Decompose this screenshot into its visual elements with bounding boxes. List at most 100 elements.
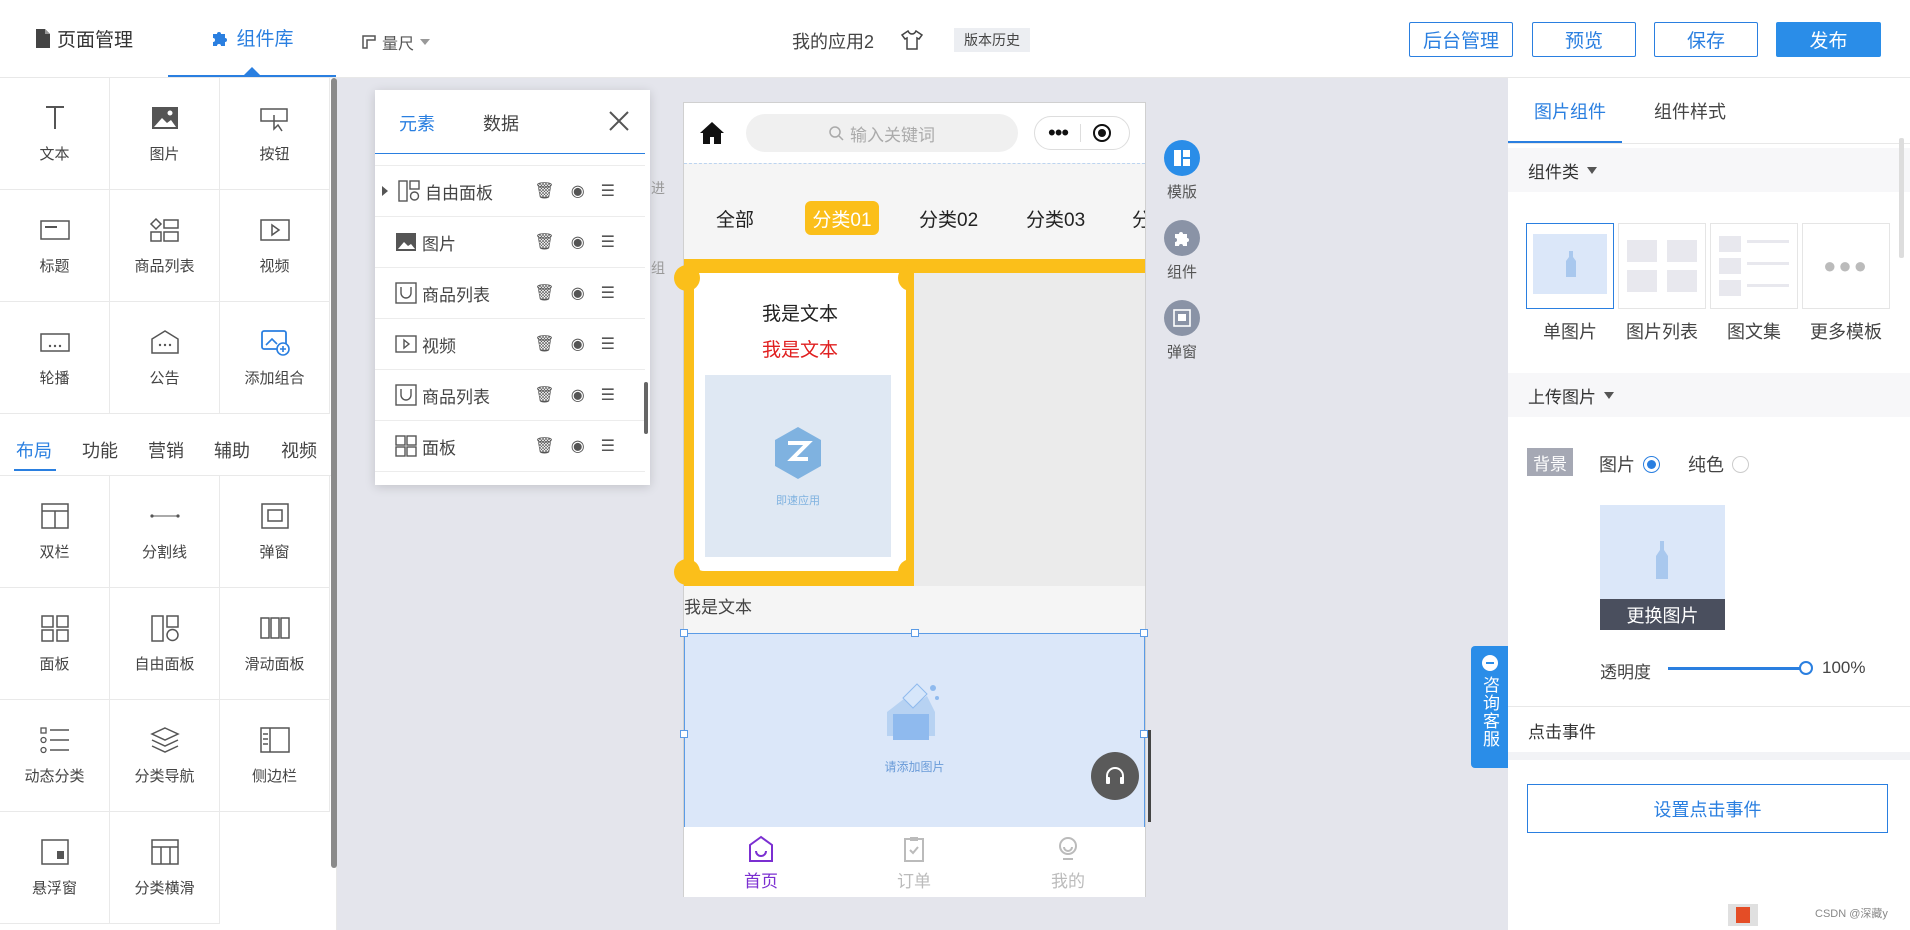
eye-icon[interactable]: ◉ — [571, 283, 585, 303]
category-tab-video[interactable]: 视频 — [281, 437, 317, 463]
nav-home[interactable]: 首页 — [724, 835, 798, 892]
element-row[interactable]: 面板 🗑◉☰ — [375, 154, 645, 166]
element-row[interactable]: 商品列表 🗑 ◉ ☰ — [375, 370, 645, 421]
radio-unchecked-icon[interactable] — [1732, 455, 1749, 473]
expand-arrow-icon[interactable] — [382, 186, 388, 196]
phone-scrollbar[interactable] — [1148, 730, 1151, 822]
element-row[interactable]: 自由面板 🗑 ◉ ☰ — [375, 166, 645, 217]
tab-image-component[interactable]: 图片组件 — [1534, 98, 1606, 124]
resize-handle[interactable] — [680, 629, 688, 637]
preview-button[interactable]: 预览 — [1532, 22, 1636, 57]
eye-icon[interactable]: ◉ — [571, 334, 585, 354]
component-panel[interactable]: 面板 — [0, 588, 110, 700]
menu-icon[interactable]: ☰ — [601, 436, 615, 456]
tab-data[interactable]: 数据 — [483, 110, 519, 136]
nav-mine[interactable]: 我的 — [1031, 835, 1105, 892]
template-single-image[interactable] — [1526, 223, 1614, 309]
opacity-slider[interactable] — [1668, 661, 1813, 675]
eye-icon[interactable]: ◉ — [571, 232, 585, 252]
template-image-text[interactable] — [1710, 223, 1798, 309]
elements-scrollbar[interactable] — [644, 382, 648, 434]
eye-icon[interactable]: ◉ — [571, 436, 585, 456]
category-tab-function[interactable]: 功能 — [82, 437, 118, 463]
nav-orders[interactable]: 订单 — [877, 835, 951, 892]
component-video[interactable]: 视频 — [220, 190, 330, 302]
side-tool-components[interactable]: 组件 — [1163, 220, 1201, 282]
more-icon[interactable]: ••• — [1048, 122, 1069, 144]
section-component-type[interactable]: 组件类 — [1508, 148, 1910, 192]
category-tab-layout[interactable]: 布局 — [16, 437, 52, 463]
template-image-list[interactable] — [1618, 223, 1706, 309]
home-icon[interactable] — [699, 121, 725, 145]
component-carousel[interactable]: 轮播 — [0, 302, 110, 414]
component-text[interactable]: 文本 — [0, 78, 110, 190]
tab-component-library[interactable]: 组件库 — [168, 0, 336, 77]
tab-elements[interactable]: 元素 — [399, 110, 435, 136]
component-two-column[interactable]: 双栏 — [0, 476, 110, 588]
component-popup[interactable]: 弹窗 — [220, 476, 330, 588]
menu-icon[interactable]: ☰ — [601, 181, 615, 201]
component-add-combo[interactable]: 添加组合 — [220, 302, 330, 414]
template-more[interactable]: ●●● — [1802, 223, 1890, 309]
component-notice[interactable]: 公告 — [110, 302, 220, 414]
component-button[interactable]: 按钮 — [220, 78, 330, 190]
radio-checked-icon[interactable] — [1643, 455, 1660, 473]
tab-page-management[interactable]: 页面管理 — [0, 0, 168, 77]
component-float-window[interactable]: 悬浮窗 — [0, 812, 110, 924]
category-tab-marketing[interactable]: 营销 — [148, 437, 184, 463]
ruler-toggle[interactable]: 量尺 — [362, 30, 431, 54]
category-item-active[interactable]: 分类01 — [805, 201, 879, 235]
resize-handle[interactable] — [1140, 730, 1148, 738]
category-item[interactable]: 分类02 — [919, 205, 978, 232]
component-divider[interactable]: 分割线 — [110, 476, 220, 588]
resize-handle[interactable] — [680, 730, 688, 738]
right-panel-scrollbar[interactable] — [1899, 138, 1904, 258]
headset-button[interactable] — [1091, 752, 1139, 800]
trash-icon[interactable]: 🗑 — [534, 385, 554, 405]
version-history-button[interactable]: 版本历史 — [954, 28, 1030, 52]
radio-solid[interactable]: 纯色 — [1688, 451, 1749, 477]
component-category-scroll[interactable]: 分类横滑 — [110, 812, 220, 924]
close-icon[interactable] — [608, 110, 630, 132]
image-placeholder[interactable]: 请添加图片 — [680, 629, 1148, 833]
category-item[interactable]: 全部 — [716, 205, 754, 232]
set-click-event-button[interactable]: 设置点击事件 — [1527, 784, 1888, 833]
trash-icon[interactable]: 🗑 — [534, 334, 554, 354]
tab-component-style[interactable]: 组件样式 — [1654, 98, 1726, 124]
eye-icon[interactable]: ◉ — [571, 385, 585, 405]
capsule-menu[interactable]: ••• — [1034, 116, 1130, 150]
trash-icon[interactable]: 🗑 — [534, 436, 554, 456]
category-item[interactable]: 分类03 — [1026, 205, 1085, 232]
admin-button[interactable]: 后台管理 — [1409, 22, 1513, 57]
menu-icon[interactable]: ☰ — [601, 283, 615, 303]
section-upload-image[interactable]: 上传图片 — [1508, 373, 1910, 417]
side-tool-template[interactable]: 模版 — [1163, 140, 1201, 202]
opacity-slider-handle[interactable] — [1799, 661, 1813, 675]
component-image[interactable]: 图片 — [110, 78, 220, 190]
shirt-icon[interactable] — [901, 30, 923, 50]
menu-icon[interactable]: ☰ — [601, 334, 615, 354]
menu-icon[interactable]: ☰ — [601, 232, 615, 252]
trash-icon[interactable]: 🗑 — [534, 232, 554, 252]
phone-search-box[interactable]: 输入关键词 — [746, 114, 1018, 152]
publish-button[interactable]: 发布 — [1776, 22, 1881, 57]
menu-icon[interactable]: ☰ — [601, 385, 615, 405]
consult-service-tab[interactable]: 咨询客服 — [1471, 646, 1508, 768]
component-free-panel[interactable]: 自由面板 — [110, 588, 220, 700]
component-product-list[interactable]: 商品列表 — [110, 190, 220, 302]
left-panel-scrollbar[interactable] — [331, 78, 337, 868]
element-row[interactable]: 图片 🗑 ◉ ☰ — [375, 217, 645, 268]
side-tool-popup[interactable]: 弹窗 — [1163, 300, 1201, 362]
card-image[interactable]: 即速应用 — [705, 375, 891, 557]
category-tab-auxiliary[interactable]: 辅助 — [214, 437, 250, 463]
trash-icon[interactable]: 🗑 — [534, 283, 554, 303]
element-row[interactable]: 面板 🗑◉☰ — [375, 421, 645, 472]
category-item[interactable]: 分 — [1132, 205, 1145, 232]
save-button[interactable]: 保存 — [1654, 22, 1758, 57]
component-title[interactable]: 标题 — [0, 190, 110, 302]
resize-handle[interactable] — [911, 629, 919, 637]
element-row[interactable]: 商品列表 🗑 ◉ ☰ — [375, 268, 645, 319]
coupon-card[interactable]: 我是文本 我是文本 即速应用 — [674, 265, 924, 586]
resize-handle[interactable] — [1140, 629, 1148, 637]
radio-image[interactable]: 图片 — [1599, 451, 1660, 477]
